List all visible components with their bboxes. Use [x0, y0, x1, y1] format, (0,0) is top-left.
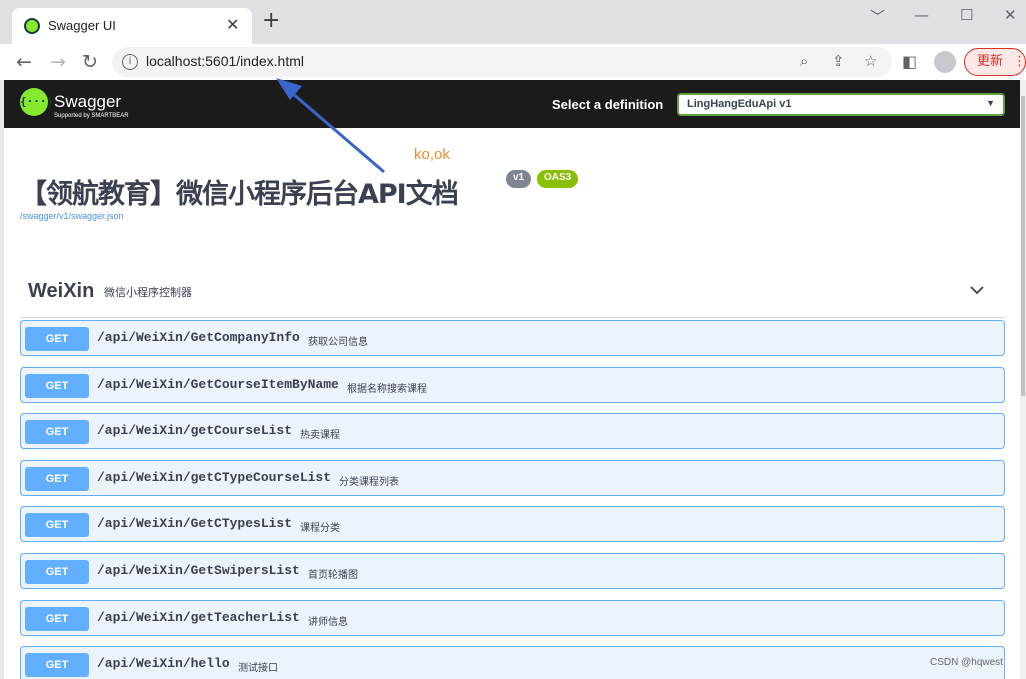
operation-summary: 首页轮播图: [308, 570, 358, 581]
operation-row[interactable]: GET/api/WeiXin/GetCTypesList 课程分类: [20, 506, 1005, 543]
csdn-watermark: CSDN @hqwest: [930, 657, 1003, 668]
close-window-icon[interactable]: ✕: [1004, 6, 1017, 24]
operation-summary: 热卖课程: [300, 430, 340, 442]
method-badge: GET: [25, 653, 89, 678]
bookmark-star-icon[interactable]: ☆: [864, 52, 877, 70]
operation-summary: 获取公司信息: [308, 337, 368, 348]
swagger-favicon-icon: [24, 18, 40, 34]
select-definition-label: Select a definition: [552, 97, 664, 112]
side-panel-icon[interactable]: ◧: [902, 49, 917, 75]
tab-search-icon[interactable]: ﹀: [870, 6, 885, 27]
swagger-topbar: {···} Swagger Supported by SMARTBEAR Sel…: [4, 80, 1020, 128]
method-badge: GET: [25, 420, 89, 445]
section-description: 微信小程序控制器: [104, 286, 192, 299]
swagger-logo-icon[interactable]: {···}: [20, 88, 53, 116]
api-title: 【领航教育】微信小程序后台API文档: [20, 179, 459, 210]
new-tab-button[interactable]: +: [262, 10, 280, 32]
share-icon[interactable]: ⇪: [832, 52, 845, 70]
operation-row[interactable]: GET/api/WeiXin/hello 测试接口: [20, 646, 1005, 679]
smartbear-tagline: Supported by SMARTBEAR: [54, 113, 129, 119]
oas-badge: OAS3: [537, 170, 579, 188]
operation-summary: 课程分类: [300, 523, 340, 535]
method-badge: GET: [25, 466, 89, 491]
back-icon[interactable]: ←: [16, 49, 32, 75]
operation-summary: 测试接口: [238, 663, 278, 675]
operation-path: /api/WeiXin/GetCompanyInfo: [97, 330, 300, 345]
kebab-menu-icon[interactable]: ⋮: [1013, 49, 1026, 75]
forward-icon[interactable]: →: [50, 49, 66, 75]
method-badge: GET: [25, 373, 89, 398]
operation-summary: 分类课程列表: [339, 476, 399, 488]
operation-path: /api/WeiXin/hello: [97, 656, 230, 672]
method-badge: GET: [25, 606, 89, 631]
method-badge: GET: [25, 560, 89, 584]
tab-title: Swagger UI: [48, 18, 116, 33]
minimize-icon[interactable]: —: [914, 6, 929, 24]
chevron-down-icon: ▼: [986, 98, 995, 108]
browser-tab-strip: Swagger UI ✕ + ﹀ — ☐ ✕: [0, 0, 1026, 44]
maximize-icon[interactable]: ☐: [960, 6, 973, 24]
section-chevron-icon[interactable]: [969, 282, 985, 298]
operation-path: /api/WeiXin/getTeacherList: [97, 609, 300, 625]
operation-path: /api/WeiXin/getCTypeCourseList: [97, 469, 332, 485]
weixin-section-header[interactable]: WeiXin 微信小程序控制器: [20, 272, 1005, 318]
update-button[interactable]: 更新 ⋮: [964, 48, 1026, 76]
operation-row[interactable]: GET/api/WeiXin/getCTypeCourseList 分类课程列表: [20, 459, 1005, 496]
browser-toolbar: ← → ↻ i localhost:5601/index.html ⌕ ⇪ ☆ …: [0, 44, 1026, 80]
update-label: 更新: [977, 54, 1004, 69]
operation-path: /api/WeiXin/GetCourseItemByName: [97, 376, 339, 392]
operation-summary: 根据名称搜索课程: [347, 383, 427, 395]
method-badge: GET: [25, 513, 89, 538]
site-info-icon[interactable]: i: [122, 54, 138, 70]
close-tab-icon[interactable]: ✕: [226, 15, 239, 34]
zoom-icon[interactable]: ⌕: [800, 52, 808, 70]
scrollbar-thumb[interactable]: [1021, 96, 1025, 396]
profile-avatar-icon[interactable]: [934, 51, 956, 73]
spec-json-link[interactable]: /swagger/v1/swagger.json: [20, 211, 124, 221]
operation-row[interactable]: GET/api/WeiXin/getTeacherList 讲师信息: [20, 599, 1005, 636]
definition-value: LingHangEduApi v1: [687, 98, 792, 110]
operation-row[interactable]: GET/api/WeiXin/GetSwipersList 首页轮播图: [20, 553, 1005, 589]
version-badge: v1: [506, 170, 532, 188]
page-viewport: {···} Swagger Supported by SMARTBEAR Sel…: [4, 80, 1020, 679]
browser-tab[interactable]: Swagger UI ✕: [12, 8, 252, 44]
operation-path: /api/WeiXin/getCourseList: [97, 423, 293, 439]
operation-row[interactable]: GET/api/WeiXin/getCourseList 热卖课程: [20, 413, 1005, 450]
section-name: WeiXin: [28, 280, 95, 302]
operation-summary: 讲师信息: [308, 616, 348, 628]
operation-row[interactable]: GET/api/WeiXin/GetCourseItemByName 根据名称搜索…: [20, 366, 1005, 403]
operation-path: /api/WeiXin/GetCTypesList: [97, 516, 293, 532]
annotation-text: ko,ok: [414, 146, 450, 163]
operation-row[interactable]: GET/api/WeiXin/GetCompanyInfo 获取公司信息: [20, 320, 1005, 356]
swagger-logo-text[interactable]: Swagger: [54, 92, 121, 112]
operation-path: /api/WeiXin/GetSwipersList: [97, 563, 300, 578]
definition-select[interactable]: LingHangEduApi v1 ▼: [677, 93, 1005, 116]
reload-icon[interactable]: ↻: [82, 49, 98, 75]
method-badge: GET: [25, 327, 89, 351]
address-bar[interactable]: i localhost:5601/index.html ⌕ ⇪ ☆: [112, 47, 892, 77]
url-text[interactable]: localhost:5601/index.html: [146, 53, 304, 69]
